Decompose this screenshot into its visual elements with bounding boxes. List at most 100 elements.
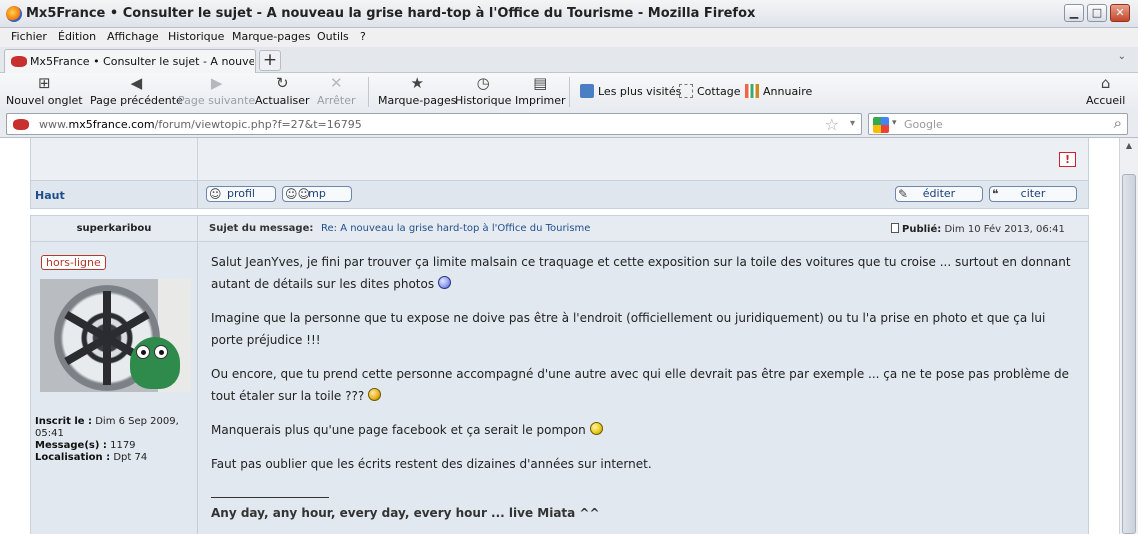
site-favicon-icon	[11, 56, 27, 67]
paragraph-text: Imagine que la personne que tu expose ne…	[211, 311, 1046, 347]
page-content: ! Haut ☺ profil ☺☺ mp ✎ éditer ❝ citer s…	[0, 138, 1119, 534]
user-info: Inscrit le : Dim 6 Sep 2009, 05:41 Messa…	[35, 416, 195, 464]
report-post-button[interactable]: !	[1059, 152, 1076, 167]
url-prefix: www.	[39, 118, 69, 131]
paragraph-text: Faut pas oublier que les écrits restent …	[211, 457, 652, 471]
window-title: Mx5France • Consulter le sujet - A nouve…	[26, 6, 756, 21]
bookmark-star-icon[interactable]: ☆	[825, 115, 839, 134]
search-icon[interactable]: ⌕	[1114, 114, 1122, 132]
smiley-icon	[589, 422, 603, 435]
new-tab-label: Nouvel onglet	[6, 94, 83, 107]
forward-button[interactable]: ▶ Page suivante	[178, 75, 255, 107]
registered-line: Inscrit le : Dim 6 Sep 2009, 05:41	[35, 416, 195, 440]
firefox-icon	[6, 6, 22, 22]
back-to-top-link[interactable]: Haut	[35, 189, 65, 202]
post-author[interactable]: superkaribou	[31, 223, 197, 234]
tab-list-chevron-icon[interactable]: ⌄	[1118, 51, 1126, 62]
search-placeholder: Google	[904, 118, 943, 131]
stop-icon: ✕	[329, 74, 343, 92]
menu-affichage[interactable]: Affichage	[107, 30, 159, 43]
column-divider	[197, 181, 198, 208]
menu-fichier[interactable]: Fichier	[11, 30, 47, 43]
message-paragraph: Faut pas oublier que les écrits restent …	[211, 453, 1081, 475]
reload-label: Actualiser	[255, 94, 310, 107]
quote-button[interactable]: ❝ citer	[989, 186, 1077, 202]
bookmark-cottage[interactable]: Cottage	[679, 84, 741, 98]
posted-label: Publié:	[902, 224, 942, 235]
column-divider	[197, 138, 198, 180]
private-message-button[interactable]: ☺☺ mp	[282, 186, 352, 202]
menu-marque-pages[interactable]: Marque-pages	[232, 30, 310, 43]
scroll-up-arrow-icon[interactable]: ▲	[1123, 141, 1135, 153]
history-button[interactable]: ◷ Historique	[455, 75, 511, 107]
url-domain: mx5france.com	[68, 118, 155, 131]
messages-line: Message(s) : 1179	[35, 440, 195, 452]
stop-button[interactable]: ✕ Arrêter	[317, 75, 356, 107]
back-button[interactable]: ◀ Page précédente	[90, 75, 183, 107]
forward-label: Page suivante	[178, 94, 256, 107]
menu-edition[interactable]: Édition	[58, 30, 96, 43]
bookmark-annuaire[interactable]: Annuaire	[745, 84, 812, 98]
bookmark-most-visited[interactable]: Les plus visités	[580, 84, 681, 98]
close-button[interactable]: ✕	[1110, 4, 1130, 22]
home-icon: ⌂	[1100, 74, 1111, 92]
tab-active[interactable]: Mx5France • Consulter le sujet - A nouve…	[4, 49, 256, 73]
history-label: Historique	[455, 94, 512, 107]
post-actions-row: Haut ☺ profil ☺☺ mp ✎ éditer ❝ citer	[30, 180, 1089, 209]
minimize-button[interactable]: ▁	[1064, 4, 1084, 22]
bookmark-star-icon: ★	[410, 74, 424, 92]
profile-label: profil	[227, 187, 255, 200]
post-icon	[891, 223, 899, 233]
post-top-row: !	[30, 138, 1089, 180]
print-button[interactable]: ▤ Imprimer	[515, 75, 566, 107]
navigation-toolbar: ⊞ Nouvel onglet ◀ Page précédente ▶ Page…	[0, 73, 1138, 111]
reload-button[interactable]: ↻ Actualiser	[255, 75, 310, 107]
url-bar[interactable]: www.mx5france.com/forum/viewtopic.php?f=…	[6, 113, 862, 135]
signature-divider	[211, 497, 329, 498]
smiley-icon	[437, 276, 451, 289]
registered-label: Inscrit le :	[35, 416, 93, 427]
back-label: Page précédente	[90, 94, 183, 107]
most-visited-icon	[580, 84, 594, 98]
avatar-mascot	[130, 337, 180, 389]
back-arrow-icon: ◀	[130, 74, 143, 92]
paragraph-text: Manquerais plus qu'une page facebook et …	[211, 423, 586, 437]
scrollbar-thumb[interactable]	[1122, 174, 1136, 534]
new-tab-toolbar-button[interactable]: ⊞ Nouvel onglet	[6, 75, 83, 107]
vertical-scrollbar[interactable]: ▲	[1119, 138, 1138, 534]
stop-label: Arrêter	[317, 94, 356, 107]
new-tab-icon: ⊞	[38, 74, 51, 92]
mp-label: mp	[308, 187, 326, 200]
url-dropdown-chevron-icon[interactable]: ▾	[850, 118, 855, 129]
page-icon	[679, 84, 693, 98]
avatar-eye	[154, 345, 168, 359]
menu-help[interactable]: ?	[360, 30, 366, 43]
search-bar[interactable]: ▾ Google ⌕	[868, 113, 1128, 135]
column-divider	[197, 242, 198, 534]
google-icon[interactable]	[873, 117, 889, 133]
signature: Any day, any hour, every day, every hour…	[211, 506, 600, 520]
quote-label: citer	[1020, 187, 1046, 200]
home-button[interactable]: ⌂ Accueil	[1086, 75, 1125, 107]
bookmarks-button[interactable]: ★ Marque-pages	[378, 75, 456, 107]
new-tab-button[interactable]: +	[259, 50, 281, 71]
bookmark-label: Annuaire	[763, 85, 813, 98]
printer-icon: ▤	[533, 74, 548, 92]
maximize-button[interactable]: □	[1087, 4, 1107, 22]
print-label: Imprimer	[515, 94, 566, 107]
post-header-row: superkaribou Sujet du message: Re: A nou…	[30, 215, 1089, 242]
menu-historique[interactable]: Historique	[168, 30, 224, 43]
menu-outils[interactable]: Outils	[317, 30, 349, 43]
message-paragraph: Imagine que la personne que tu expose ne…	[211, 307, 1081, 351]
bookmark-label: Cottage	[697, 85, 741, 98]
edit-button[interactable]: ✎ éditer	[895, 186, 983, 202]
search-engine-chevron-icon[interactable]: ▾	[892, 118, 897, 128]
menu-bar: Fichier Édition Affichage Historique Mar…	[0, 28, 1138, 47]
messages-value: 1179	[110, 440, 136, 451]
edit-label: éditer	[922, 187, 956, 200]
message-body: Salut JeanYves, je fini par trouver ça l…	[211, 251, 1081, 524]
address-row: www.mx5france.com/forum/viewtopic.php?f=…	[0, 111, 1138, 138]
subject-link[interactable]: Re: A nouveau la grise hard-top à l'Offi…	[321, 223, 590, 234]
url-text: www.mx5france.com/forum/viewtopic.php?f=…	[39, 118, 362, 131]
profile-button[interactable]: ☺ profil	[206, 186, 276, 202]
